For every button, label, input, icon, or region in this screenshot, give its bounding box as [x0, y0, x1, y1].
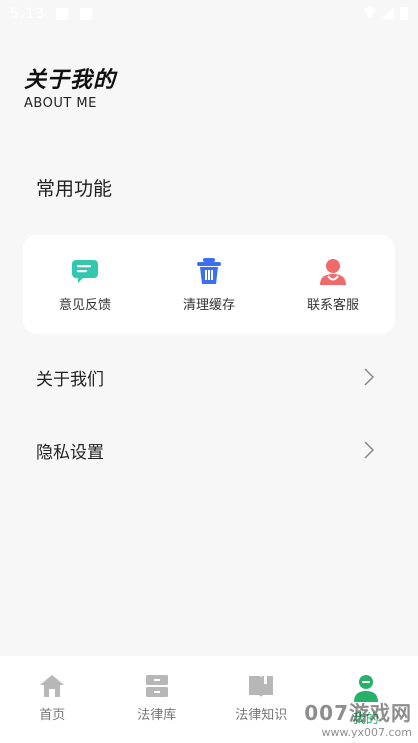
- signal-icon: [382, 7, 394, 19]
- cabinet-icon: [145, 675, 168, 697]
- section-title: 常用功能: [36, 178, 113, 200]
- clear-cache-label: 清理缓存: [182, 298, 235, 313]
- tab-law-knowledge[interactable]: 法律知识: [209, 656, 314, 743]
- contact-service-label: 联系客服: [306, 298, 359, 313]
- tab-law-library[interactable]: 法律库: [105, 656, 210, 743]
- page-subtitle: ABOUT ME: [24, 96, 97, 111]
- common-functions-card: 意见反馈 清理缓存 联系客服: [23, 235, 395, 334]
- app-notification-icon: [80, 8, 92, 20]
- book-icon: [249, 676, 274, 697]
- menu-item-about-us[interactable]: 关于我们: [0, 352, 418, 402]
- home-icon: [40, 675, 65, 697]
- tab-label: 法律知识: [235, 708, 288, 723]
- chevron-right-icon: [364, 368, 374, 386]
- clear-cache-trash-icon: [197, 258, 221, 284]
- watermark-url: www.yx007.com: [321, 726, 412, 739]
- feedback-chat-icon: [72, 260, 98, 283]
- customer-service-icon: [320, 259, 346, 285]
- menu-item-label: 隐私设置: [36, 442, 104, 463]
- status-time: 5:13: [10, 6, 46, 22]
- feedback-button[interactable]: 意见反馈: [23, 256, 147, 313]
- menu-item-label: 关于我们: [36, 369, 104, 390]
- status-icons: [364, 7, 408, 20]
- watermark-text: 007游戏网: [304, 701, 412, 725]
- tab-label: 首页: [39, 708, 66, 723]
- menu-item-privacy-settings[interactable]: 隐私设置: [0, 425, 418, 475]
- page-title: 关于我的: [24, 68, 117, 93]
- feedback-label: 意见反馈: [58, 298, 111, 313]
- contact-service-button[interactable]: 联系客服: [271, 256, 395, 313]
- tab-home[interactable]: 首页: [0, 656, 105, 743]
- wifi-icon: [364, 7, 376, 19]
- chevron-right-icon: [364, 441, 374, 459]
- watermark: 007游戏网 www.yx007.com: [304, 697, 412, 739]
- tab-label: 法律库: [137, 708, 177, 723]
- clear-cache-button[interactable]: 清理缓存: [147, 256, 271, 313]
- notification-icon: [56, 8, 68, 20]
- battery-icon: [400, 7, 408, 20]
- status-bar: 5:13: [0, 0, 418, 30]
